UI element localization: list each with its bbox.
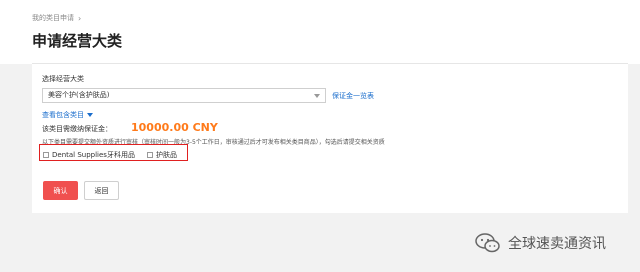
breadcrumb-parent-link[interactable]: 我的类目申请 xyxy=(32,13,74,23)
deposit-list-link[interactable]: 保证金一览表 xyxy=(332,91,374,101)
wechat-icon xyxy=(475,233,500,253)
caret-down-icon xyxy=(87,113,93,117)
page-header: 我的类目申请 › 申请经营大类 xyxy=(0,0,640,64)
checkbox-skincare[interactable]: 护肤品 xyxy=(147,150,177,160)
category-select[interactable]: 美容个护(含护肤品) xyxy=(42,88,326,103)
watermark-text: 全球速卖通资讯 xyxy=(508,236,606,252)
confirm-button[interactable]: 确认 xyxy=(43,181,78,200)
deposit-amount: 10000.00 CNY xyxy=(131,121,218,134)
view-categories-link[interactable]: 查看包含类目 xyxy=(42,110,93,120)
category-label: 选择经营大类 xyxy=(42,75,84,83)
checkbox-label: Dental Supplies牙科用品 xyxy=(52,151,135,159)
deposit-label: 该类目需缴纳保证金： xyxy=(42,125,112,133)
checkbox-square[interactable] xyxy=(43,152,49,158)
checkbox-square[interactable] xyxy=(147,152,153,158)
category-select-value: 美容个护(含护肤品) xyxy=(48,91,110,99)
checkbox-dental-supplies[interactable]: Dental Supplies牙科用品 xyxy=(43,150,135,160)
back-button[interactable]: 返回 xyxy=(84,181,119,200)
page-title: 申请经营大类 xyxy=(32,32,123,50)
chevron-down-icon xyxy=(314,94,320,98)
view-categories-label: 查看包含类目 xyxy=(42,111,84,119)
checkbox-label: 护肤品 xyxy=(156,151,177,159)
chevron-right-icon: › xyxy=(78,13,82,23)
watermark: 全球速卖通资讯 xyxy=(474,232,606,254)
breadcrumb: 我的类目申请 › xyxy=(32,13,81,23)
